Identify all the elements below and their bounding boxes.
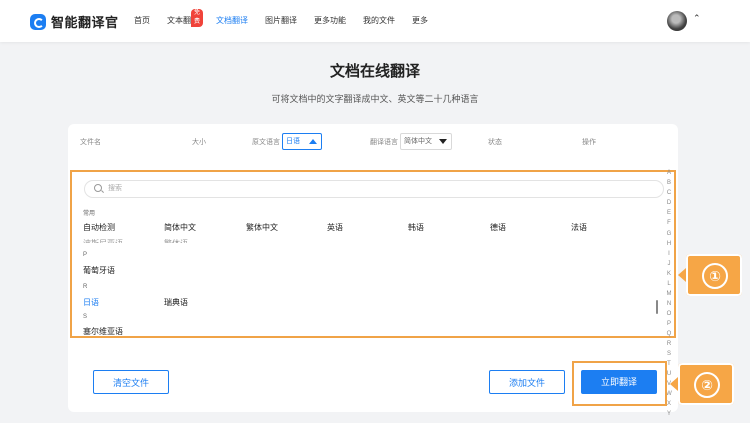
nav-my-files-label: 我的文件 [363,16,395,25]
main-nav: 首页 文本翻译 免费 文档翻译 图片翻译 更多功能 我的文件 更多 [134,0,445,42]
chevron-up-icon[interactable]: ⌃ [693,13,701,24]
callout-two: ② [678,363,734,405]
language-search-input[interactable]: 搜索 [84,180,664,198]
index-letter[interactable]: H [664,241,674,247]
index-letter[interactable]: E [664,210,674,216]
lang-option-partial[interactable]: 波斯尼亚语 [83,238,123,243]
lang-option-selected[interactable]: 日语 [83,297,99,308]
user-avatar[interactable] [667,11,687,31]
clear-files-button[interactable]: 清空文件 [93,370,169,394]
lang-option[interactable]: 简体中文 [164,222,196,233]
index-letter[interactable]: P [664,321,674,327]
nav-doc-translate-label: 文档翻译 [216,16,248,25]
logo-icon [30,13,46,30]
lang-option[interactable]: 塞尔维亚语 [83,326,123,336]
nav-doc-translate[interactable]: 文档翻译 [216,0,248,42]
col-filename: 文件名 [80,139,101,146]
callout-one: ① [686,254,742,296]
index-letter[interactable]: S [664,351,674,357]
lang-option[interactable]: 韩语 [408,222,424,233]
nav-image-translate[interactable]: 图片翻译 [265,0,297,42]
dropdown-scrollbar[interactable] [656,300,658,314]
lang-option[interactable]: 葡萄牙语 [83,265,115,276]
table-header: 文件名 大小 原文语言 日语 翻译语言 简体中文 状态 操作 [68,124,678,160]
col-status: 状态 [488,139,502,146]
index-letter[interactable]: O [664,311,674,317]
index-letter[interactable]: D [664,200,674,206]
index-letter[interactable]: Y [664,411,674,417]
lang-option[interactable]: 英语 [327,222,343,233]
lang-option[interactable]: 瑞典语 [164,297,188,308]
lang-option[interactable]: 自动检测 [83,222,115,233]
col-size: 大小 [192,139,206,146]
group-label-p: P [83,252,88,258]
index-letter[interactable]: F [664,220,674,226]
caret-down-icon [439,139,447,144]
search-placeholder: 搜索 [108,185,122,192]
translate-highlight [572,361,667,406]
lang-option-partial[interactable]: 繁体语 [164,238,188,243]
index-letter[interactable]: B [664,180,674,186]
search-icon [94,184,102,192]
lang-option[interactable]: 德语 [490,222,506,233]
index-letter[interactable]: L [664,281,674,287]
nav-home[interactable]: 首页 [134,0,150,42]
callout-one-pointer [678,268,686,282]
page-subtitle: 可将文档中的文字翻译成中文、英文等二十几种语言 [271,94,479,104]
nav-home-label: 首页 [134,16,150,25]
target-lang-value: 简体中文 [404,138,432,145]
group-label-r: R [83,284,88,290]
app-logo[interactable]: 智能翻译官 [30,12,119,31]
app-title: 智能翻译官 [51,15,119,30]
index-letter[interactable]: K [664,271,674,277]
top-navbar: 智能翻译官 首页 文本翻译 免费 文档翻译 图片翻译 更多功能 我的文件 更多 … [0,0,750,42]
lang-option[interactable]: 繁体中文 [246,222,278,233]
group-label-common: 常用 [83,211,96,217]
col-source-lang: 原文语言 [252,139,280,146]
group-label-s: S [83,314,88,320]
col-action: 操作 [582,139,596,146]
nav-text-translate[interactable]: 文本翻译 免费 [167,0,204,42]
callout-one-number: ① [702,263,728,289]
add-files-button[interactable]: 添加文件 [489,370,565,394]
nav-more-label: 更多 [412,16,428,25]
nav-more[interactable]: 更多 [412,0,428,42]
source-lang-value: 日语 [286,138,300,145]
nav-more-features[interactable]: 更多功能 [314,0,346,42]
lang-option[interactable]: 法语 [571,222,587,233]
index-letter[interactable]: I [664,251,674,257]
index-letter[interactable]: N [664,301,674,307]
index-letter[interactable]: A [664,170,674,176]
source-lang-select[interactable]: 日语 [282,133,322,150]
index-letter[interactable]: R [664,341,674,347]
free-badge: 免费 [191,9,204,27]
language-dropdown: 搜索 常用 自动检测 简体中文 繁体中文 英语 韩语 德语 法语 波斯尼亚语 繁… [70,170,676,338]
nav-my-files[interactable]: 我的文件 [363,0,395,42]
col-target-lang: 翻译语言 [370,139,398,146]
nav-more-features-label: 更多功能 [314,16,346,25]
callout-two-pointer [670,377,678,391]
index-letter[interactable]: M [664,291,674,297]
index-letter[interactable]: J [664,261,674,267]
callout-two-number: ② [694,372,720,398]
caret-up-icon [309,139,317,144]
target-lang-select[interactable]: 简体中文 [400,133,452,150]
index-letter[interactable]: G [664,231,674,237]
index-letter[interactable]: Q [664,331,674,337]
page-title: 文档在线翻译 [329,63,420,80]
nav-image-translate-label: 图片翻译 [265,16,297,25]
index-letter[interactable]: C [664,190,674,196]
